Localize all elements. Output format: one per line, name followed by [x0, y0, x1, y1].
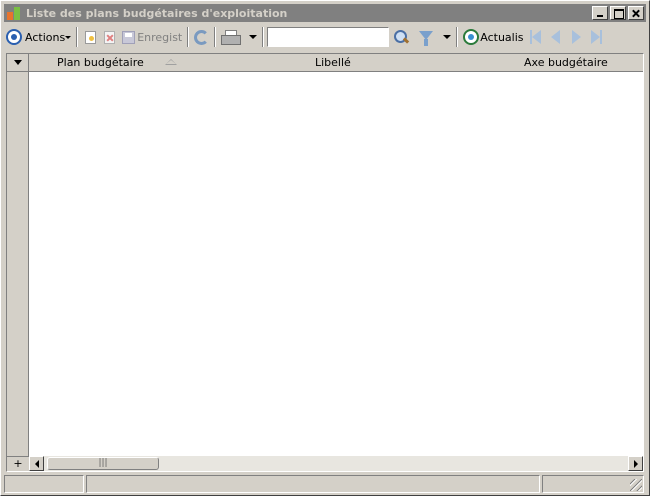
filter-button[interactable]: [411, 26, 453, 48]
resize-grip-icon[interactable]: [630, 479, 642, 491]
status-bar: [4, 475, 646, 493]
new-button[interactable]: [81, 26, 100, 48]
minimize-button[interactable]: [592, 6, 608, 20]
next-record-button[interactable]: [566, 26, 587, 48]
toolbar-separator: [262, 27, 265, 47]
column-header-plan[interactable]: Plan budgétaire: [57, 54, 144, 71]
grid-header: Plan budgétaire Libellé Axe budgétaire: [29, 54, 643, 72]
column-header-axe[interactable]: Axe budgétaire: [524, 54, 608, 71]
delete-icon: [104, 30, 116, 44]
previous-icon: [550, 30, 560, 44]
toolbar-separator: [214, 27, 217, 47]
arrow-right-icon: [633, 459, 638, 468]
sync-button[interactable]: [192, 26, 211, 48]
refresh-label: Actualis: [480, 30, 524, 44]
filter-icon: [419, 29, 434, 46]
window-title: Liste des plans budgétaires d'exploitati…: [26, 6, 288, 20]
print-button[interactable]: [219, 26, 259, 48]
chevron-down-icon[interactable]: [443, 35, 452, 39]
app-icon: [6, 5, 22, 21]
sync-icon: [194, 29, 210, 45]
close-button[interactable]: [628, 6, 644, 20]
save-label: Enregist: [137, 30, 183, 44]
first-icon: [531, 30, 541, 44]
next-icon: [571, 30, 581, 44]
previous-record-button[interactable]: [545, 26, 566, 48]
actions-label: Actions: [25, 30, 66, 44]
printer-icon: [221, 30, 242, 45]
horizontal-scrollbar[interactable]: |||: [29, 456, 643, 471]
search-icon: [393, 29, 409, 45]
column-header-libelle[interactable]: Libellé: [315, 54, 351, 71]
scroll-right-button[interactable]: [628, 456, 643, 471]
last-icon: [590, 30, 600, 44]
toolbar-separator: [456, 27, 459, 47]
toolbar-separator: [187, 27, 190, 47]
refresh-icon: [463, 29, 480, 45]
status-cell: [542, 475, 644, 493]
title-bar[interactable]: Liste des plans budgétaires d'exploitati…: [4, 4, 646, 22]
new-document-icon: [85, 30, 97, 44]
save-button[interactable]: Enregist: [119, 26, 184, 48]
toolbar: Actions Enregist Actualis: [4, 24, 646, 50]
row-header-column: [7, 54, 29, 471]
status-cell: [4, 475, 84, 493]
toolbar-separator: [76, 27, 79, 47]
add-row-button[interactable]: +: [7, 456, 29, 471]
window: Liste des plans budgétaires d'exploitati…: [0, 0, 650, 496]
grid-menu-button[interactable]: [7, 54, 29, 72]
delete-button[interactable]: [100, 26, 119, 48]
first-record-button[interactable]: [526, 26, 545, 48]
actions-button[interactable]: Actions: [4, 26, 73, 48]
chevron-down-icon[interactable]: [249, 35, 258, 39]
last-record-button[interactable]: [587, 26, 606, 48]
last-icon-bar: [599, 30, 602, 44]
maximize-button[interactable]: [610, 6, 626, 20]
scroll-thumb[interactable]: |||: [47, 457, 159, 470]
refresh-button[interactable]: Actualis: [461, 26, 525, 48]
status-cell: [86, 475, 540, 493]
chevron-down-icon: [65, 35, 72, 39]
chevron-down-icon: [13, 60, 22, 65]
data-grid[interactable]: Plan budgétaire Libellé Axe budgétaire +…: [6, 53, 644, 472]
scroll-left-button[interactable]: [29, 456, 44, 471]
arrow-left-icon: [34, 459, 39, 468]
search-button[interactable]: [391, 26, 411, 48]
actions-icon: [6, 29, 22, 45]
save-icon: [122, 30, 136, 44]
search-input[interactable]: [267, 27, 390, 47]
sort-ascending-icon: [165, 59, 177, 65]
